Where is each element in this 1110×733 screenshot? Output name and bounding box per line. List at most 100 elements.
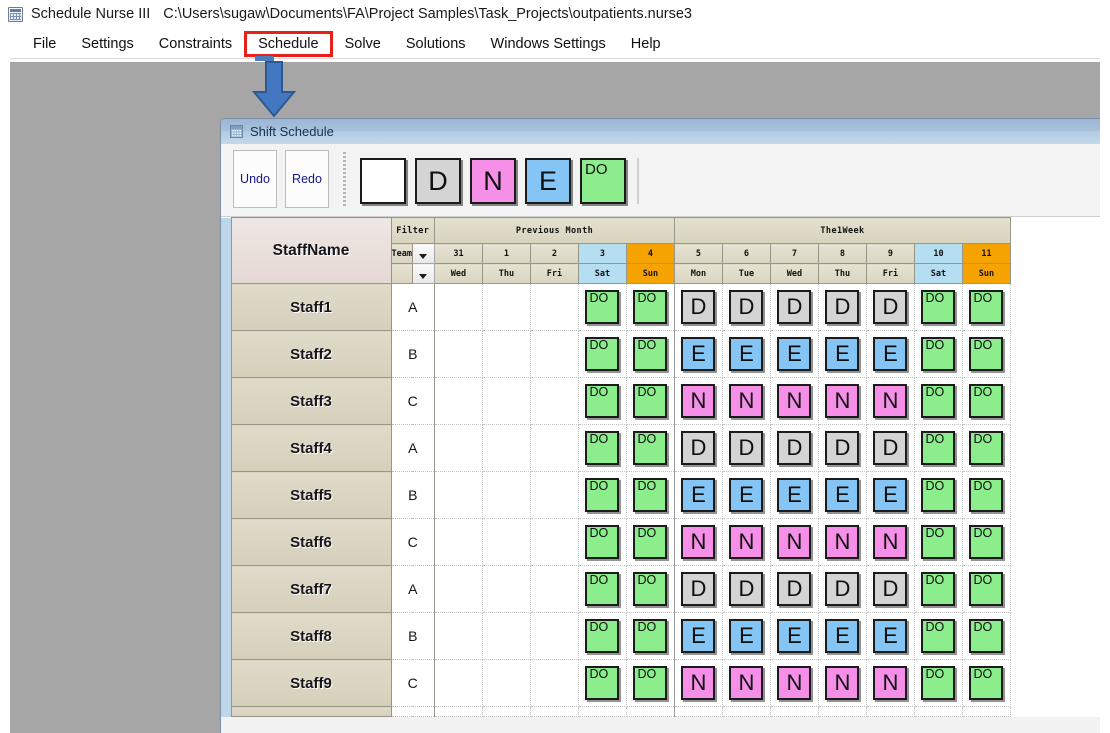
shift-chip-do[interactable]: DO: [633, 290, 667, 324]
shift-cell-r3-c1[interactable]: [434, 378, 482, 425]
shift-cell-r2-c6[interactable]: E: [674, 331, 722, 378]
shift-chip-do[interactable]: DO: [921, 478, 955, 512]
shift-cell-r1-c2[interactable]: [482, 284, 530, 331]
shift-cell-r4-c1[interactable]: [434, 425, 482, 472]
shift-cell-r7-c2[interactable]: [482, 566, 530, 613]
shift-cell-r5-c10[interactable]: E: [866, 472, 914, 519]
shift-cell-r9-c11[interactable]: DO: [914, 660, 962, 707]
shift-cell-r3-c11[interactable]: DO: [914, 378, 962, 425]
menu-item-constraints[interactable]: Constraints: [148, 33, 243, 55]
team-value-7[interactable]: A: [391, 566, 434, 613]
staff-name-10[interactable]: [231, 707, 391, 717]
shift-cell-r4-c11[interactable]: DO: [914, 425, 962, 472]
shift-cell-r6-c10[interactable]: N: [866, 519, 914, 566]
toolbar-drag-handle[interactable]: [343, 152, 346, 206]
table-row[interactable]: Staff4ADODODDDDDDODO: [221, 425, 1010, 472]
shift-chip-do[interactable]: DO: [585, 431, 619, 465]
shift-chip-d[interactable]: D: [873, 290, 907, 324]
menu-item-solve[interactable]: Solve: [334, 33, 392, 55]
shift-chip-n[interactable]: N: [777, 384, 811, 418]
row-selector-4[interactable]: [221, 425, 231, 472]
shift-cell-r9-c3[interactable]: [530, 660, 578, 707]
palette-day[interactable]: D: [415, 158, 461, 204]
shift-cell-r1-c1[interactable]: [434, 284, 482, 331]
shift-cell-r5-c5[interactable]: DO: [626, 472, 674, 519]
row-selector-10[interactable]: [221, 707, 231, 717]
team-value-10[interactable]: [391, 707, 434, 717]
shift-cell-r5-c12[interactable]: DO: [962, 472, 1010, 519]
shift-cell-r1-c7[interactable]: D: [722, 284, 770, 331]
team-filter-dropdown-bottom[interactable]: [412, 264, 434, 284]
shift-chip-d[interactable]: D: [681, 431, 715, 465]
shift-chip-d[interactable]: D: [729, 431, 763, 465]
staff-name-1[interactable]: Staff1: [231, 284, 391, 331]
shift-chip-n[interactable]: N: [777, 525, 811, 559]
shift-cell-r9-c6[interactable]: N: [674, 660, 722, 707]
shift-chip-d[interactable]: D: [825, 572, 859, 606]
shift-chip-n[interactable]: N: [729, 525, 763, 559]
team-value-9[interactable]: C: [391, 660, 434, 707]
shift-cell-r1-c5[interactable]: DO: [626, 284, 674, 331]
shift-chip-do[interactable]: DO: [633, 384, 667, 418]
shift-chip-do[interactable]: DO: [585, 619, 619, 653]
menu-item-windows-settings[interactable]: Windows Settings: [480, 33, 617, 55]
table-row[interactable]: Staff7ADODODDDDDDODO: [221, 566, 1010, 613]
shift-cell-r6-c6[interactable]: N: [674, 519, 722, 566]
shift-chip-n[interactable]: N: [681, 384, 715, 418]
shift-cell-r8-c6[interactable]: E: [674, 613, 722, 660]
shift-cell-r9-c7[interactable]: N: [722, 660, 770, 707]
shift-cell-r2-c8[interactable]: E: [770, 331, 818, 378]
shift-chip-do[interactable]: DO: [633, 478, 667, 512]
shift-cell-r9-c12[interactable]: DO: [962, 660, 1010, 707]
shift-cell-r4-c4[interactable]: DO: [578, 425, 626, 472]
shift-chip-d[interactable]: D: [777, 572, 811, 606]
shift-cell-r10-c5[interactable]: [626, 707, 674, 717]
shift-chip-do[interactable]: DO: [585, 290, 619, 324]
shift-cell-r2-c10[interactable]: E: [866, 331, 914, 378]
shift-cell-r7-c1[interactable]: [434, 566, 482, 613]
menu-item-solutions[interactable]: Solutions: [395, 33, 477, 55]
team-value-8[interactable]: B: [391, 613, 434, 660]
shift-chip-e[interactable]: E: [825, 337, 859, 371]
shift-chip-e[interactable]: E: [825, 619, 859, 653]
table-row[interactable]: Staff5BDODOEEEEEDODO: [221, 472, 1010, 519]
shift-chip-do[interactable]: DO: [921, 337, 955, 371]
shift-chip-n[interactable]: N: [873, 666, 907, 700]
shift-cell-r10-c9[interactable]: [818, 707, 866, 717]
undo-button[interactable]: Undo: [233, 150, 277, 208]
shift-chip-do[interactable]: DO: [633, 337, 667, 371]
table-row-partial[interactable]: [221, 707, 1010, 717]
shift-chip-do[interactable]: DO: [921, 572, 955, 606]
menu-item-settings[interactable]: Settings: [70, 33, 144, 55]
shift-cell-r7-c9[interactable]: D: [818, 566, 866, 613]
shift-chip-do[interactable]: DO: [969, 572, 1003, 606]
shift-cell-r8-c5[interactable]: DO: [626, 613, 674, 660]
staff-name-2[interactable]: Staff2: [231, 331, 391, 378]
staff-name-9[interactable]: Staff9: [231, 660, 391, 707]
shift-cell-r1-c8[interactable]: D: [770, 284, 818, 331]
shift-chip-e[interactable]: E: [729, 478, 763, 512]
shift-cell-r6-c7[interactable]: N: [722, 519, 770, 566]
shift-chip-n[interactable]: N: [825, 384, 859, 418]
shift-cell-r2-c2[interactable]: [482, 331, 530, 378]
shift-chip-d[interactable]: D: [825, 290, 859, 324]
shift-cell-r4-c10[interactable]: D: [866, 425, 914, 472]
shift-cell-r5-c11[interactable]: DO: [914, 472, 962, 519]
shift-chip-d[interactable]: D: [681, 572, 715, 606]
shift-chip-n[interactable]: N: [777, 666, 811, 700]
shift-chip-d[interactable]: D: [729, 290, 763, 324]
shift-chip-e[interactable]: E: [681, 337, 715, 371]
shift-chip-do[interactable]: DO: [633, 431, 667, 465]
shift-cell-r2-c5[interactable]: DO: [626, 331, 674, 378]
shift-cell-r2-c11[interactable]: DO: [914, 331, 962, 378]
shift-cell-r8-c8[interactable]: E: [770, 613, 818, 660]
shift-schedule-titlebar[interactable]: Shift Schedule: [221, 119, 1100, 144]
palette-day-off[interactable]: DO: [580, 158, 626, 204]
shift-cell-r1-c9[interactable]: D: [818, 284, 866, 331]
team-value-2[interactable]: B: [391, 331, 434, 378]
table-row[interactable]: Staff3CDODONNNNNDODO: [221, 378, 1010, 425]
shift-cell-r3-c12[interactable]: DO: [962, 378, 1010, 425]
staff-name-8[interactable]: Staff8: [231, 613, 391, 660]
shift-chip-do[interactable]: DO: [585, 525, 619, 559]
table-row[interactable]: Staff9CDODONNNNNDODO: [221, 660, 1010, 707]
